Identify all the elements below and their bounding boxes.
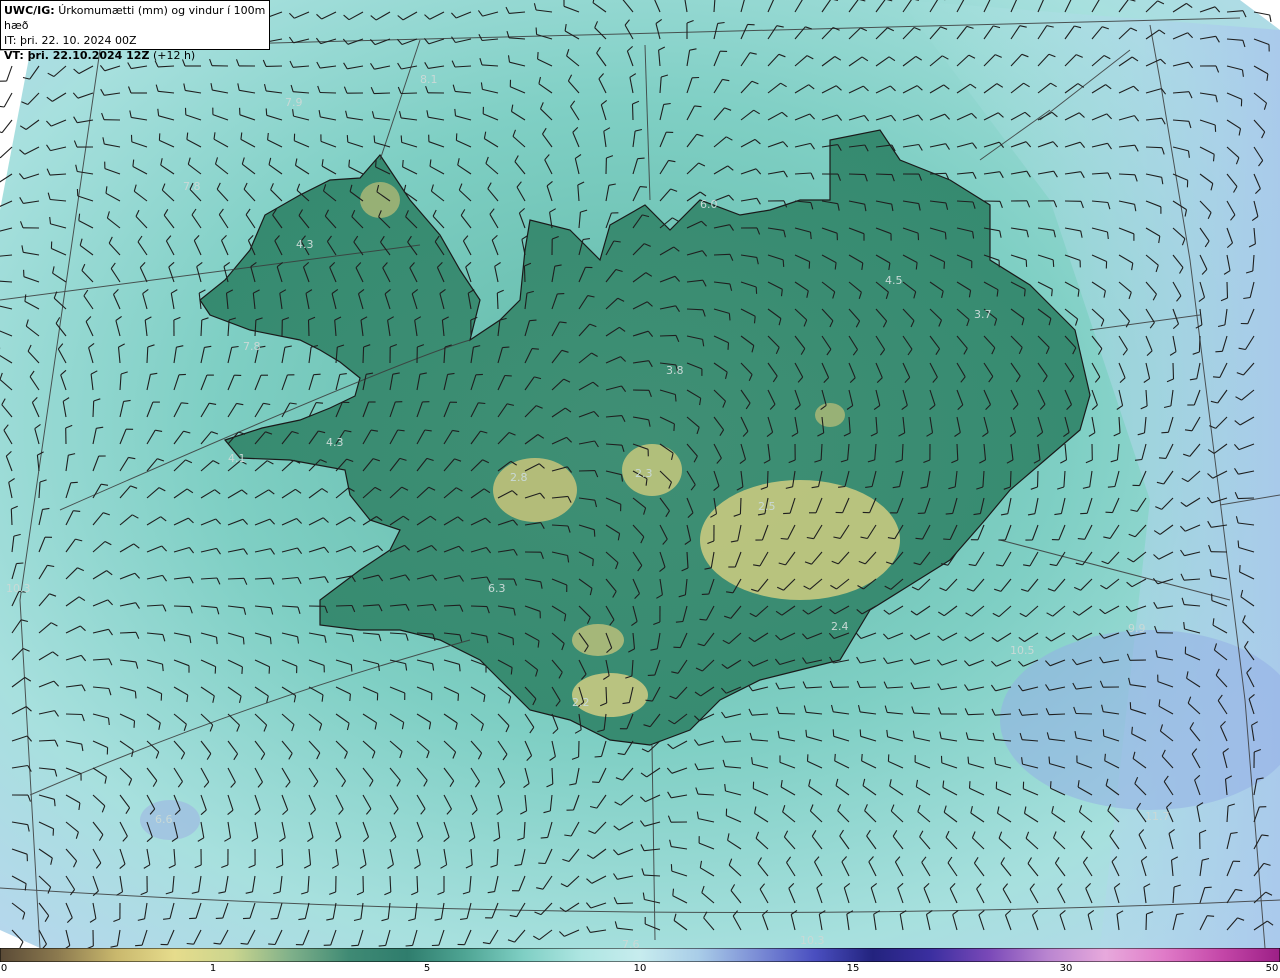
valid-offset: (+12 h) [152,49,196,62]
value-label: 8.1 [420,73,438,86]
highland-spot [815,403,845,427]
value-label: 6.6 [155,813,173,826]
valid-time: VT: þri. 22.10.2024 12Z [4,49,150,62]
product-line: UWC/IG: Úrkomumætti (mm) og vindur í 100… [4,3,266,33]
valid-time-line: VT: þri. 22.10.2024 12Z (+12 h) [4,48,266,63]
colorbar [0,948,1280,962]
value-label: 7.8 [183,180,201,193]
colorbar-tick: 0 [0,963,8,974]
value-label: 9.9 [1128,622,1146,635]
value-label: 6.3 [488,582,506,595]
value-label: 7.6 [622,938,640,948]
product-code: UWC/IG: [4,4,55,17]
glacier-myrdalsjokull [572,673,648,717]
colorbar-tick: 30 [1059,963,1073,974]
value-label: 7.9 [285,96,303,109]
value-label: 7.8 [243,340,261,353]
value-label: 3.8 [666,364,684,377]
weather-map: 8.1 7.9 7.8 4.3 7.8 4.3 4.1 2.8 2.3 2.5 … [0,0,1280,948]
glacier-eyjafjallajokull [572,624,624,656]
value-label: 3.7 [974,308,992,321]
value-label: 4.3 [326,436,344,449]
value-label: 2.8 [510,471,528,484]
value-label: 2.3 [635,467,653,480]
value-label: 4.1 [228,452,246,465]
value-label: 11.7 [1145,810,1170,823]
value-label: 10.3 [6,582,31,595]
value-label: 10.3 [800,934,825,947]
colorbar-tick: 50 [1265,963,1279,974]
init-time: IT: þri. 22. 10. 2024 00Z [4,34,137,47]
value-label: 2.5 [758,500,776,513]
colorbar-tick: 5 [423,963,431,974]
colorbar-tick: 10 [633,963,647,974]
colorbar-ticks: 0 1 5 10 15 30 50 [0,962,1280,978]
value-label: 4.3 [296,238,314,251]
value-label: 6.0 [700,198,718,211]
value-label: 2.4 [831,620,849,633]
value-label: 10.5 [1010,644,1035,657]
value-label: 2.2 [572,696,590,709]
value-label: 4.5 [885,274,903,287]
colorbar-tick: 15 [846,963,860,974]
colorbar-tick: 1 [209,963,217,974]
map-header: UWC/IG: Úrkomumætti (mm) og vindur í 100… [0,0,270,62]
glacier-vatnajokull [700,480,900,600]
